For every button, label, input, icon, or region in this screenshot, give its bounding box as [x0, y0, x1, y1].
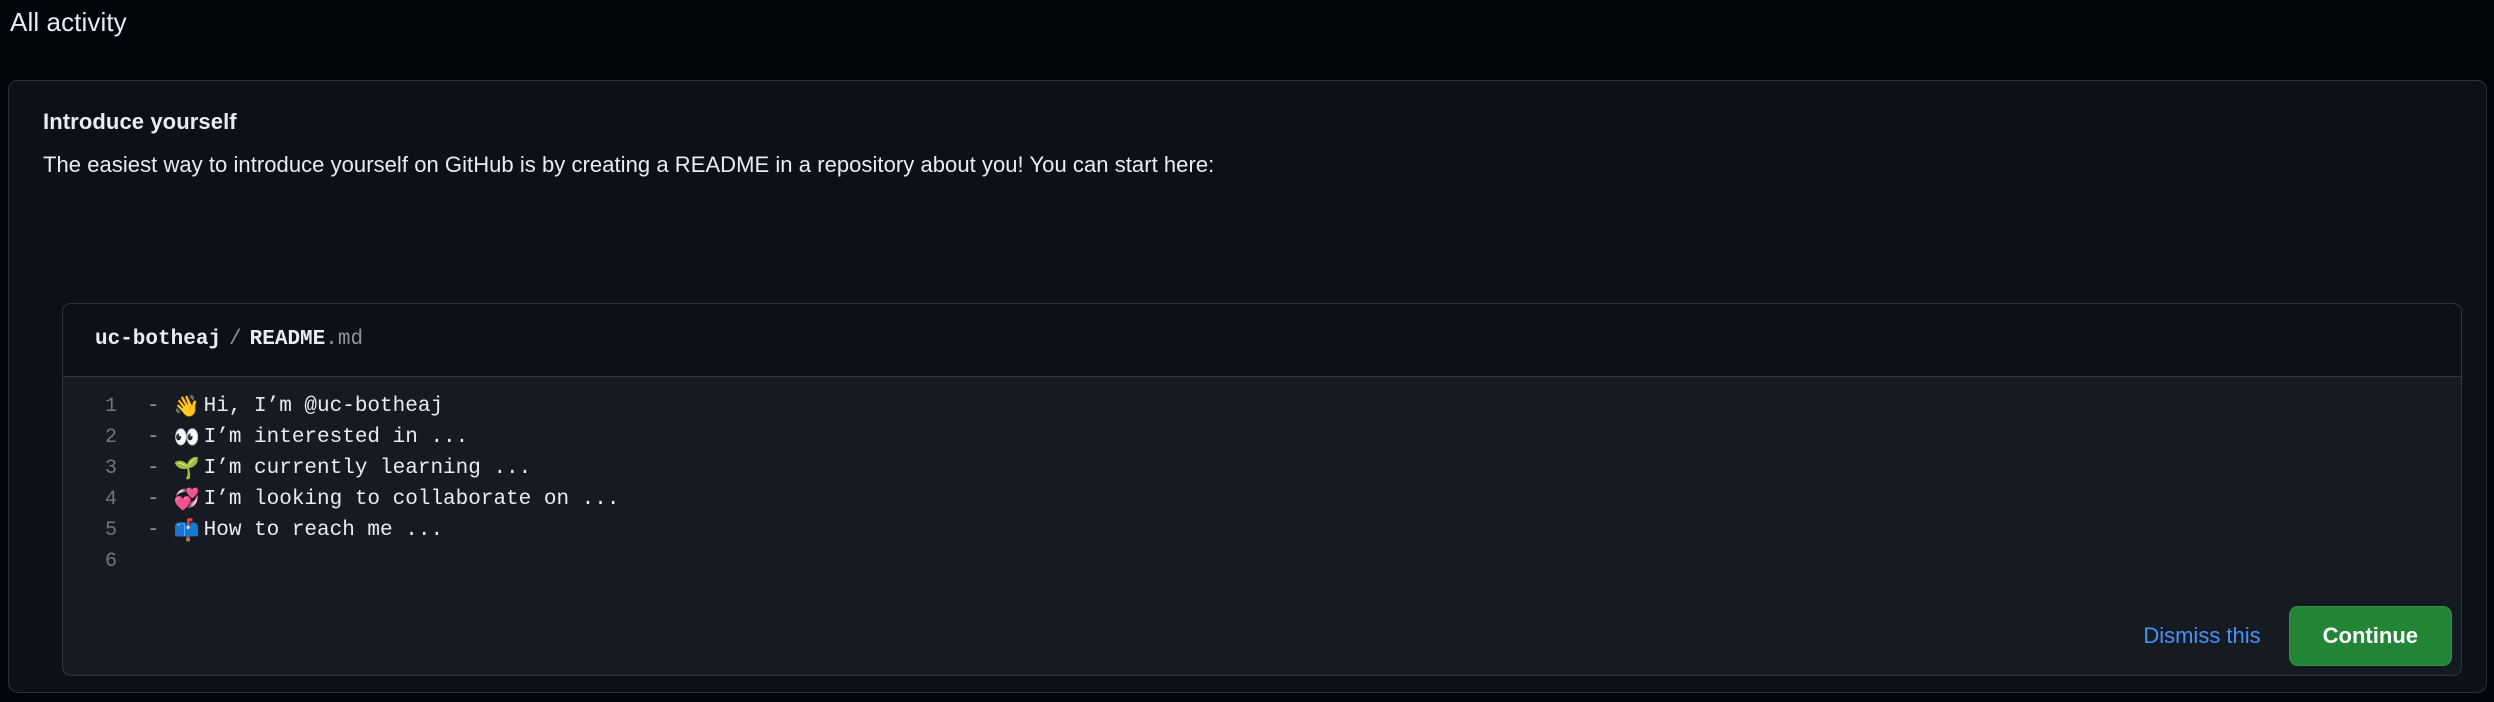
all-activity-page: All activity Introduce yourself The easi…: [0, 0, 2494, 702]
line-content: - 🌱 I’m currently learning ...: [125, 453, 531, 484]
line-emoji-icon: 👋: [173, 394, 200, 418]
line-text: I’m interested in ...: [203, 426, 469, 449]
list-bullet-dash: -: [147, 488, 160, 511]
card-title: Introduce yourself: [43, 109, 237, 134]
file-preview-header: uc-botheaj / README .md: [63, 304, 2461, 377]
readme-file-preview: uc-botheaj / README .md 1- 👋 Hi, I’m @uc-b…: [62, 303, 2462, 676]
introduce-yourself-card: Introduce yourself The easiest way to in…: [8, 80, 2487, 693]
code-line: 3 - 🌱 I’m currently learning ...: [63, 453, 2461, 484]
line-number: 5: [104, 519, 117, 542]
line-emoji-icon: 💞: [173, 487, 200, 511]
card-description: The easiest way to introduce yourself on…: [43, 152, 1215, 177]
code-line: 1 - 👋 Hi, I’m @uc-botheaj: [63, 391, 2461, 422]
file-path: uc-botheaj / README .md: [95, 326, 363, 354]
line-emoji-icon: 📫: [173, 518, 200, 542]
page-title: All activity: [10, 7, 127, 37]
line-content: - 👀 I’m interested in ...: [125, 422, 468, 453]
code-line: 5 - 📫 How to reach me ...: [63, 515, 2461, 546]
line-content: - 📫 How to reach me ...: [125, 515, 443, 546]
line-emoji-icon: 👀: [173, 425, 200, 449]
list-bullet-dash: -: [147, 395, 160, 418]
dismiss-this-link[interactable]: Dismiss this: [2143, 622, 2260, 650]
line-text: How to reach me ...: [203, 519, 444, 542]
code-line: 6: [63, 546, 2461, 577]
card-content: Introduce yourself The easiest way to in…: [9, 81, 2486, 692]
line-number: 1: [104, 395, 117, 418]
line-content: - 💞 I’m looking to collaborate on ...: [125, 484, 619, 515]
list-bullet-dash: -: [147, 519, 160, 542]
line-text: I’m currently learning ...: [203, 457, 532, 480]
line-text: Hi, I’m @uc-botheaj: [203, 395, 444, 418]
list-bullet-dash: -: [147, 457, 160, 480]
line-number: 3: [104, 457, 117, 480]
card-actions: Dismiss this Continue: [2143, 606, 2452, 666]
code-line: 4 - 💞 I’m looking to collaborate on ...: [63, 484, 2461, 515]
file-extension: .md: [325, 328, 364, 351]
line-number: 6: [104, 550, 117, 573]
path-separator: /: [229, 328, 242, 351]
file-preview-body: 1- 👋 Hi, I’m @uc-botheaj 2- 👀 I’m interested …: [63, 377, 2461, 593]
file-name: README: [249, 328, 326, 351]
code-line: 2 - 👀 I’m interested in ...: [63, 422, 2461, 453]
line-text: I’m looking to collaborate on ...: [203, 488, 620, 511]
line-content: - 👋 Hi, I’m @uc-botheaj: [125, 391, 443, 422]
line-number: 2: [104, 426, 117, 449]
list-bullet-dash: -: [147, 426, 160, 449]
file-owner: uc-botheaj: [95, 328, 222, 351]
line-emoji-icon: 🌱: [173, 456, 200, 480]
line-number: 4: [104, 488, 117, 511]
continue-button[interactable]: Continue: [2288, 606, 2452, 666]
